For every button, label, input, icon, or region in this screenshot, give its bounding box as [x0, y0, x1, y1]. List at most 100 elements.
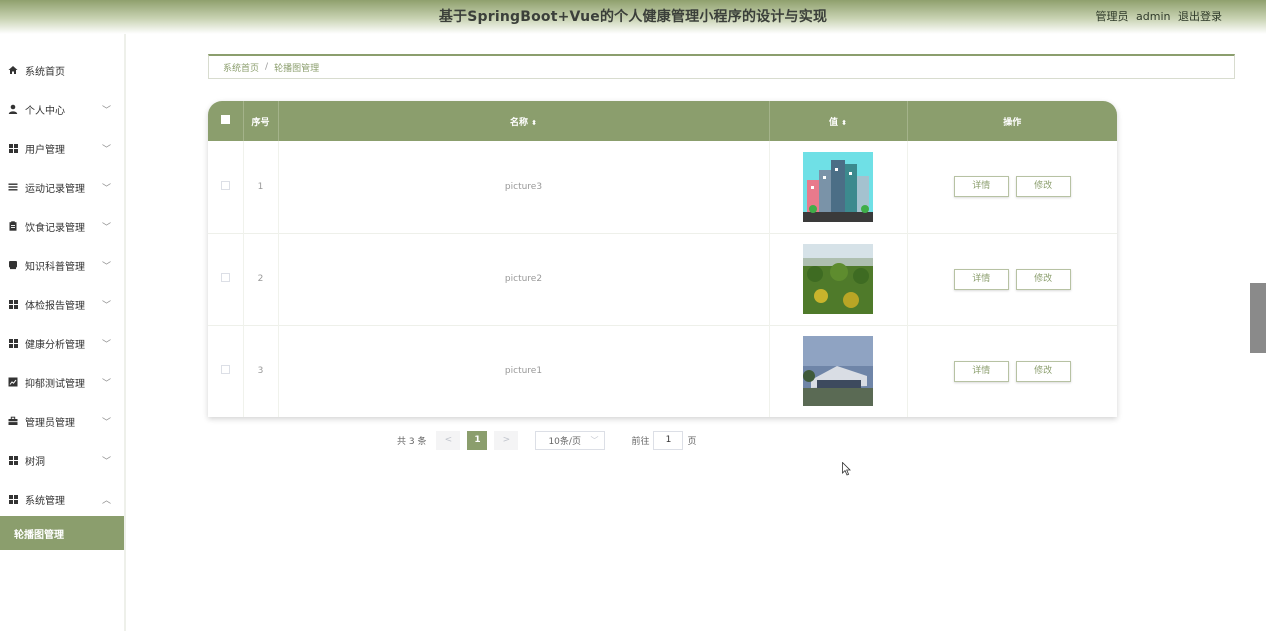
table-header-row: 序号 名称 ⬍ 值 ⬍ 操作: [208, 101, 1117, 141]
top-header: 基于SpringBoot+Vue的个人健康管理小程序的设计与实现 管理员 adm…: [0, 0, 1266, 34]
sort-icon[interactable]: ⬍: [841, 119, 847, 127]
row-value: [769, 325, 908, 417]
clipboard-icon: [8, 221, 18, 231]
grid-icon: [8, 338, 18, 348]
row-value: [769, 141, 908, 233]
row-index: 1: [243, 141, 279, 233]
table-row: 2 picture2 详情 修改: [208, 233, 1117, 325]
column-header-name-label: 名称: [510, 117, 529, 128]
row-index: 2: [243, 233, 279, 325]
sidebar-item-label: 用户管理: [25, 144, 65, 156]
column-header-name[interactable]: 名称 ⬍: [278, 101, 770, 141]
grid-icon: [8, 494, 18, 504]
chevron-down-icon: ﹀: [102, 105, 112, 116]
sidebar-item-checkup[interactable]: 体检报告管理 ﹀: [0, 285, 124, 323]
breadcrumb-separator: /: [265, 62, 269, 72]
user-info: 管理员 admin 退出登录: [1092, 8, 1222, 24]
row-checkbox[interactable]: [220, 180, 230, 190]
goto-prefix: 前往: [631, 436, 650, 447]
sidebar-item-exercise[interactable]: 运动记录管理 ﹀: [0, 168, 124, 206]
home-icon: [8, 65, 18, 75]
logout-link[interactable]: 退出登录: [1178, 10, 1222, 23]
table-row: 1 picture3 详情 修改: [208, 141, 1117, 233]
app-title: 基于SpringBoot+Vue的个人健康管理小程序的设计与实现: [438, 9, 828, 25]
chevron-down-icon: ﹀: [102, 378, 112, 389]
list-icon: [8, 182, 18, 192]
row-name: picture3: [278, 141, 770, 233]
page-number-current[interactable]: 1: [467, 430, 488, 450]
pagination-total: 共 3 条: [397, 436, 427, 447]
row-value: [769, 233, 908, 325]
chevron-down-icon: ﹀: [102, 300, 112, 311]
page-jumper: 前往 1 页: [631, 430, 696, 450]
pagination: 共 3 条 < 1 > 10条/页 ﹀ 前往 1 页: [397, 430, 696, 450]
grid-icon: [8, 143, 18, 153]
sidebar-item-label: 知识科普管理: [25, 261, 85, 273]
sidebar-item-label: 运动记录管理: [25, 183, 85, 195]
sidebar-item-profile[interactable]: 个人中心 ﹀: [0, 90, 124, 128]
column-header-value-label: 值: [829, 117, 839, 128]
edit-button[interactable]: 修改: [1015, 268, 1071, 290]
page-size-value: 10条/页: [548, 436, 581, 447]
row-index: 3: [243, 325, 279, 417]
row-name: picture2: [278, 233, 770, 325]
briefcase-icon: [8, 416, 18, 426]
scrollbar-thumb[interactable]: [1250, 283, 1266, 353]
row-checkbox[interactable]: [220, 273, 230, 282]
chevron-up-icon: ︿: [102, 495, 112, 506]
row-actions: 详情 修改: [907, 233, 1117, 325]
chevron-down-icon: ﹀: [102, 339, 112, 350]
grid-icon: [8, 455, 18, 465]
column-header-value[interactable]: 值 ⬍: [769, 101, 908, 141]
sidebar-item-label: 树洞: [25, 456, 45, 468]
book-icon: [8, 260, 18, 270]
breadcrumb-home[interactable]: 系统首页: [223, 61, 259, 74]
sidebar-item-label: 系统管理: [25, 495, 65, 507]
sidebar-item-users[interactable]: 用户管理 ﹀: [0, 129, 124, 167]
sidebar-subitem-carousel[interactable]: 轮播图管理: [0, 516, 124, 550]
edit-button[interactable]: 修改: [1015, 360, 1071, 382]
chevron-down-icon: ﹀: [590, 435, 599, 445]
prev-page-button[interactable]: <: [436, 430, 461, 450]
grid-icon: [8, 299, 18, 309]
detail-button[interactable]: 详情: [953, 268, 1009, 290]
next-page-button[interactable]: >: [494, 430, 519, 450]
sidebar-item-health-analysis[interactable]: 健康分析管理 ﹀: [0, 324, 124, 362]
sidebar-item-label: 管理员管理: [25, 417, 75, 429]
chevron-down-icon: ﹀: [102, 222, 112, 233]
sidebar-item-system[interactable]: 系统管理 ︿: [0, 480, 124, 518]
sidebar-item-diet[interactable]: 饮食记录管理 ﹀: [0, 207, 124, 245]
sidebar-item-knowledge[interactable]: 知识科普管理 ﹀: [0, 246, 124, 284]
sidebar-item-admins[interactable]: 管理员管理 ﹀: [0, 402, 124, 440]
sidebar-item-label: 体检报告管理: [25, 300, 85, 312]
sidebar: 系统首页 个人中心 ﹀ 用户管理 ﹀ 运动记录管理 ﹀ 饮食记录管理 ﹀ 知识科…: [0, 34, 126, 631]
breadcrumb-current: 轮播图管理: [274, 63, 320, 74]
sidebar-item-label: 抑郁测试管理: [25, 378, 85, 390]
table-row: 3 picture1 详情 修改: [208, 325, 1117, 417]
column-header-index: 序号: [243, 101, 279, 141]
detail-button[interactable]: 详情: [953, 176, 1009, 198]
select-all-checkbox[interactable]: [220, 115, 230, 124]
breadcrumb: 系统首页 / 轮播图管理: [208, 54, 1235, 79]
column-header-actions: 操作: [1003, 117, 1022, 128]
chevron-down-icon: ﹀: [102, 261, 112, 272]
page-size-select[interactable]: 10条/页 ﹀: [535, 430, 606, 450]
detail-button[interactable]: 详情: [953, 360, 1009, 382]
row-actions: 详情 修改: [907, 325, 1117, 417]
green-field-thumbnail: [803, 244, 873, 314]
sidebar-item-label: 个人中心: [25, 105, 65, 117]
sidebar-item-depression-test[interactable]: 抑郁测试管理 ﹀: [0, 363, 124, 401]
chart-icon: [8, 377, 18, 387]
row-name: picture1: [278, 325, 770, 417]
sort-icon[interactable]: ⬍: [531, 119, 537, 127]
edit-button[interactable]: 修改: [1015, 176, 1071, 198]
sidebar-item-treehole[interactable]: 树洞 ﹀: [0, 441, 124, 479]
sidebar-item-home[interactable]: 系统首页: [0, 51, 124, 89]
row-checkbox[interactable]: [220, 365, 230, 374]
goto-page-input[interactable]: 1: [653, 430, 684, 450]
chevron-down-icon: ﹀: [102, 144, 112, 155]
row-actions: 详情 修改: [907, 141, 1117, 233]
username: admin: [1136, 10, 1171, 23]
user-role: 管理员: [1095, 10, 1129, 23]
sidebar-item-label: 健康分析管理: [25, 339, 85, 351]
